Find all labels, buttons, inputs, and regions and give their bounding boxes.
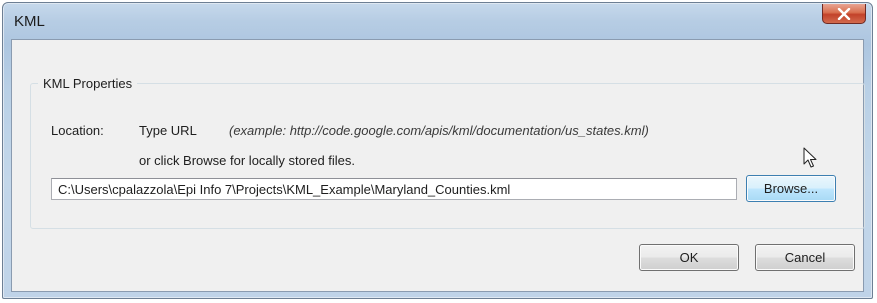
mouse-pointer-icon [803,147,817,168]
kml-dialog-window: KML KML Properties Location: Type URL (e… [2,2,873,299]
kml-path-input[interactable] [51,178,737,200]
window-title: KML [14,13,45,30]
location-label: Location: [51,123,104,138]
browse-button[interactable]: Browse... [746,175,836,202]
dialog-client-area: KML Properties Location: Type URL (examp… [11,39,865,292]
close-button[interactable] [822,4,866,24]
groupbox-legend: KML Properties [38,76,138,91]
ok-button[interactable]: OK [639,244,739,271]
close-icon [837,7,851,20]
type-url-label: Type URL [139,123,197,138]
title-bar[interactable]: KML [3,3,872,39]
browse-hint-text: or click Browse for locally stored files… [139,153,356,168]
cancel-button[interactable]: Cancel [755,244,855,271]
example-url-text: (example: http://code.google.com/apis/km… [229,123,649,138]
